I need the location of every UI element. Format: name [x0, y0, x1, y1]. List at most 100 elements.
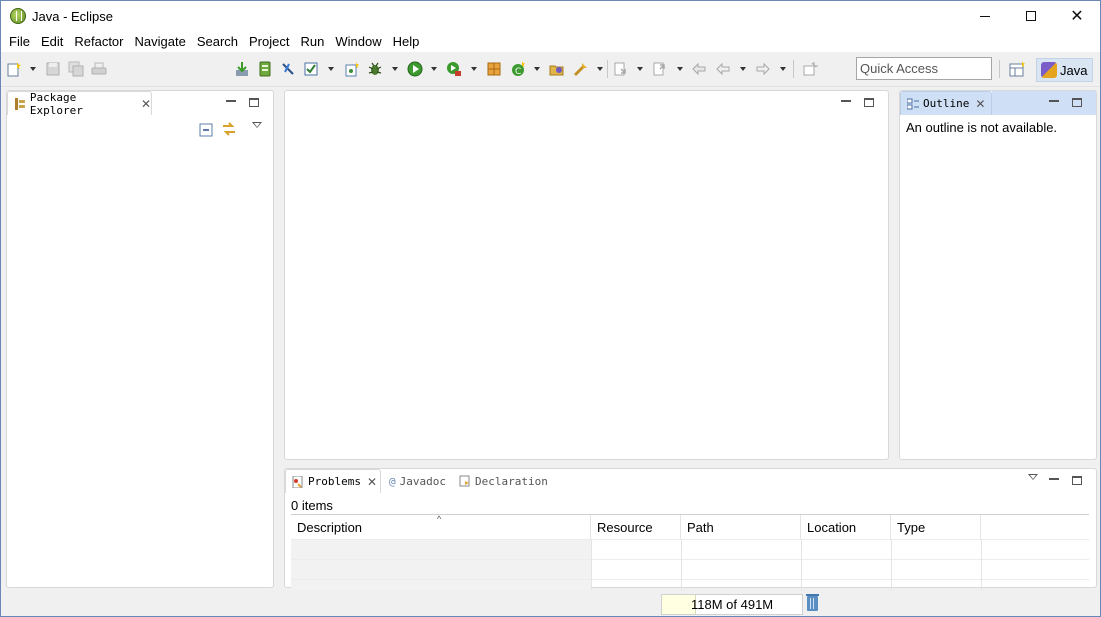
menu-run[interactable]: Run [296, 31, 328, 52]
run-dropdown-icon[interactable] [431, 67, 437, 71]
tab-label: Outline [923, 97, 970, 110]
task-dropdown-icon[interactable] [328, 67, 334, 71]
package-explorer-panel: Package Explorer ✕ [6, 90, 274, 588]
run-icon[interactable] [407, 61, 423, 77]
last-edit-location-icon[interactable] [691, 61, 707, 77]
save-icon[interactable] [45, 61, 61, 77]
maximize-view-icon[interactable] [249, 98, 259, 107]
column-header-type[interactable]: Type [891, 515, 981, 539]
new-java-project-icon[interactable] [344, 61, 360, 77]
heap-status-text: 118M of 491M [691, 597, 774, 612]
minimize-view-icon[interactable] [226, 100, 236, 102]
minimize-view-icon[interactable] [1049, 478, 1059, 480]
menu-window[interactable]: Window [331, 31, 385, 52]
minimize-view-icon[interactable] [1049, 100, 1059, 102]
new-class-dropdown-icon[interactable] [534, 67, 540, 71]
title-bar[interactable]: Java - Eclipse ✕ [1, 1, 1100, 31]
print-icon[interactable] [91, 61, 107, 77]
java-perspective-label: Java [1060, 62, 1088, 78]
package-explorer-icon [14, 97, 25, 110]
tab-label: Declaration [475, 474, 548, 488]
column-header-path[interactable]: Path [681, 515, 801, 539]
open-type-icon[interactable] [549, 61, 565, 77]
minimize-editor-icon[interactable] [841, 100, 851, 102]
toggle-mark-icon[interactable] [280, 61, 296, 77]
tab-outline[interactable]: Outline ✕ [900, 91, 992, 115]
maximize-icon [1026, 11, 1036, 21]
back-dropdown-icon[interactable] [740, 67, 746, 71]
close-tab-icon[interactable]: ✕ [141, 97, 151, 111]
java-perspective-button[interactable]: Java [1036, 58, 1093, 82]
close-icon: ✕ [1070, 6, 1084, 25]
menu-file[interactable]: File [5, 31, 34, 52]
new-java-class-icon[interactable]: C [510, 61, 526, 77]
maximize-view-icon[interactable] [1072, 98, 1082, 107]
window-title: Java - Eclipse [32, 8, 113, 24]
link-with-editor-icon[interactable] [221, 121, 237, 137]
new-wizard-icon[interactable] [6, 61, 22, 77]
menu-refactor[interactable]: Refactor [70, 31, 127, 52]
column-divider [891, 539, 892, 590]
table-row [291, 559, 1089, 579]
menu-project[interactable]: Project [245, 31, 293, 52]
maximize-view-icon[interactable] [1072, 476, 1082, 485]
back-icon[interactable] [715, 61, 731, 77]
server-icon[interactable] [257, 61, 273, 77]
column-divider [591, 539, 592, 590]
tab-package-explorer[interactable]: Package Explorer ✕ [7, 90, 152, 117]
maximize-editor-icon[interactable] [864, 98, 874, 107]
sort-ascending-icon: ^ [437, 514, 442, 524]
external-tools-icon[interactable] [486, 61, 502, 77]
close-tab-icon[interactable]: ✕ [367, 475, 377, 489]
main-toolbar: C Quick Access Java [1, 52, 1100, 87]
task-checkbox-icon[interactable] [303, 61, 319, 77]
previous-annotation-icon[interactable] [652, 61, 668, 77]
column-header-resource[interactable]: Resource [591, 515, 681, 539]
next-annotation-dropdown-icon[interactable] [637, 67, 643, 71]
menu-navigate[interactable]: Navigate [131, 31, 190, 52]
next-annotation-icon[interactable] [613, 61, 629, 77]
column-header-description[interactable]: Description ^ [291, 514, 591, 539]
toolbar-separator [607, 60, 608, 78]
problems-table: Description ^ Resource Path Location Typ… [291, 514, 1089, 590]
column-header-location[interactable]: Location [801, 515, 891, 539]
column-divider [681, 539, 682, 590]
coverage-icon[interactable] [446, 61, 462, 77]
menu-edit[interactable]: Edit [37, 31, 67, 52]
search-dropdown-icon[interactable] [597, 67, 603, 71]
table-cell [291, 540, 591, 559]
menu-help[interactable]: Help [389, 31, 424, 52]
forward-icon[interactable] [755, 61, 771, 77]
search-icon[interactable] [573, 61, 589, 77]
quick-access-input[interactable]: Quick Access [856, 57, 992, 80]
pin-editor-icon[interactable] [802, 61, 818, 77]
debug-dropdown-icon[interactable] [392, 67, 398, 71]
view-menu-icon[interactable] [252, 122, 262, 128]
javadoc-icon: @ [389, 475, 396, 488]
close-button[interactable]: ✕ [1054, 1, 1100, 31]
minimize-button[interactable] [962, 1, 1008, 31]
save-all-icon[interactable] [68, 61, 84, 77]
heap-status[interactable]: 118M of 491M [661, 594, 803, 615]
close-tab-icon[interactable]: ✕ [975, 97, 985, 111]
view-menu-icon[interactable] [1028, 474, 1038, 480]
outline-icon [907, 98, 919, 109]
tab-declaration[interactable]: Declaration [453, 469, 548, 493]
coverage-dropdown-icon[interactable] [471, 67, 477, 71]
debug-icon[interactable] [367, 61, 383, 77]
garbage-collect-icon[interactable] [806, 594, 819, 611]
editor-area[interactable] [284, 90, 889, 460]
tab-problems[interactable]: Problems ✕ [285, 469, 381, 493]
outline-panel: Outline ✕ An outline is not available. [899, 90, 1097, 460]
open-perspective-icon[interactable] [1009, 61, 1025, 77]
tab-label: Package Explorer [29, 90, 83, 117]
menu-search[interactable]: Search [193, 31, 242, 52]
column-divider [801, 539, 802, 590]
new-dropdown-icon[interactable] [30, 67, 36, 71]
previous-annotation-dropdown-icon[interactable] [677, 67, 683, 71]
maximize-button[interactable] [1008, 1, 1054, 31]
download-icon[interactable] [234, 61, 250, 77]
forward-dropdown-icon[interactable] [780, 67, 786, 71]
tab-javadoc[interactable]: @ Javadoc [383, 469, 453, 493]
collapse-all-icon[interactable] [199, 123, 213, 137]
